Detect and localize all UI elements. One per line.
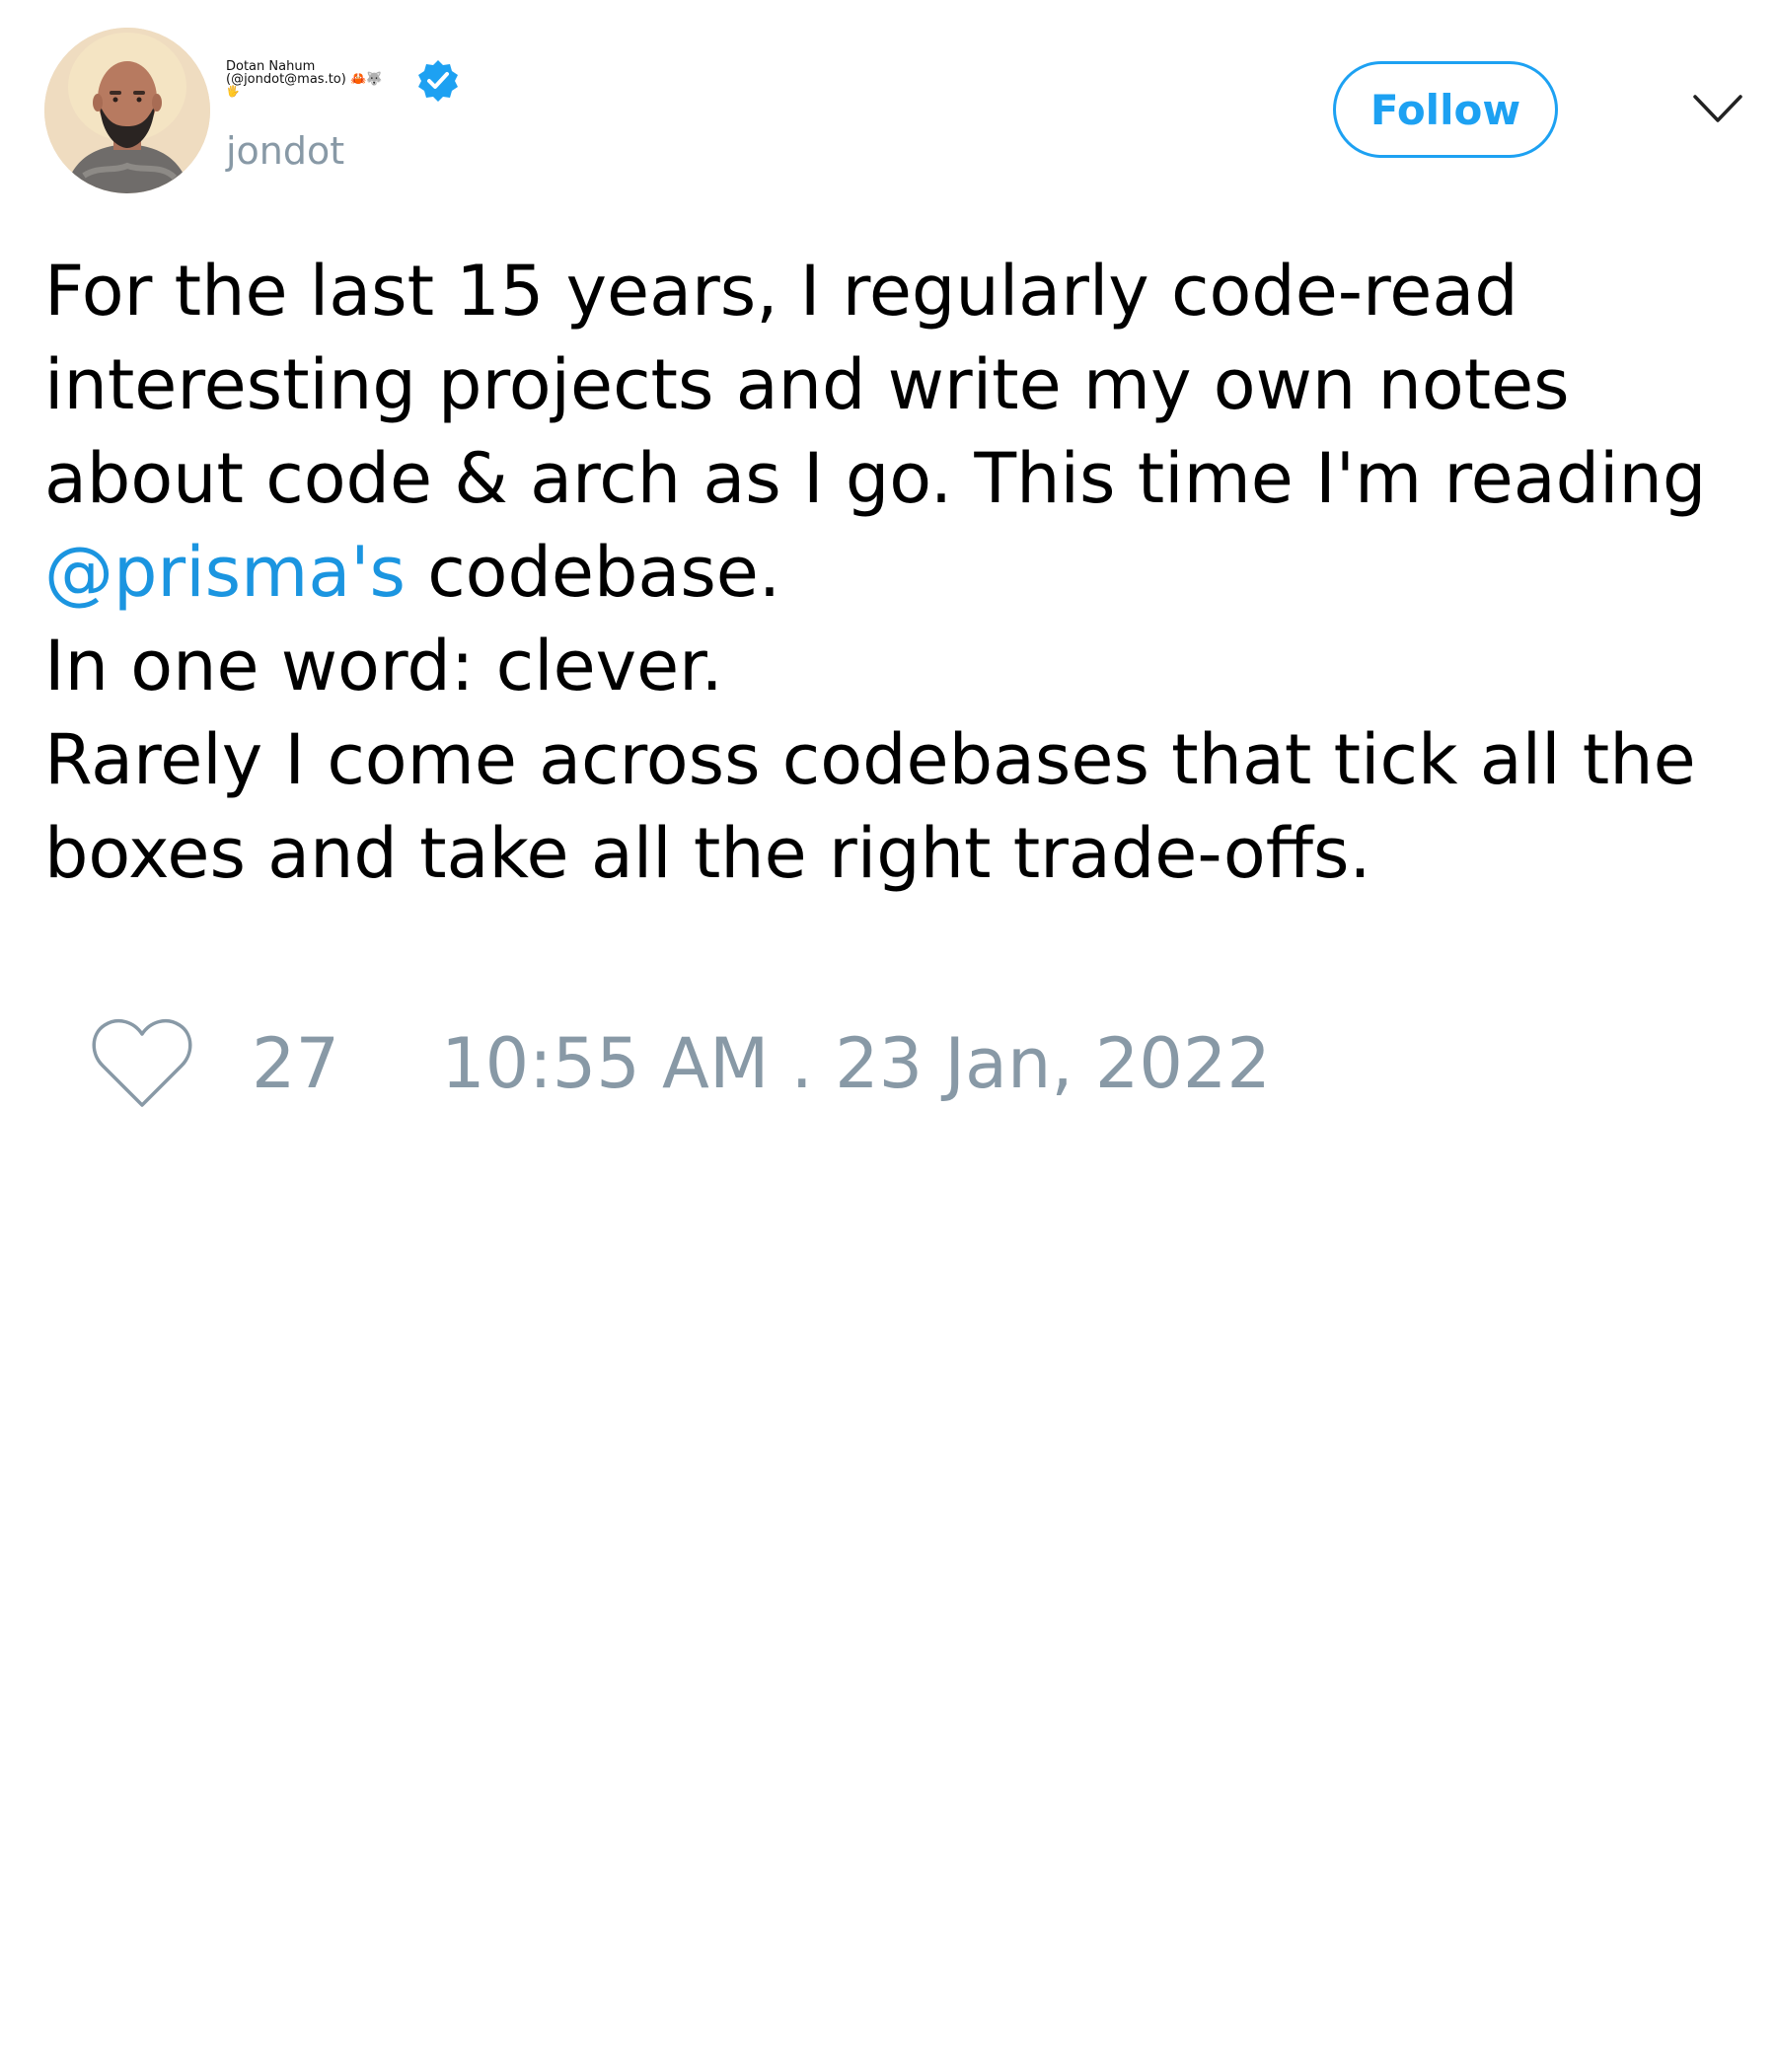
tweet-line: about code & arch as I go. This time I'm…: [44, 438, 1707, 519]
tweet-text: For the last 15 years, I regularly code-…: [44, 245, 1741, 901]
tweet-line: interesting projects and write my own no…: [44, 344, 1570, 425]
author-handle[interactable]: jondot: [226, 129, 344, 173]
verified-badge-icon: [418, 60, 458, 102]
tweet-footer: 27 10:55 AM . 23 Jan, 2022: [89, 1014, 1271, 1113]
author-display-name-line3: 🖐: [226, 85, 240, 98]
tweet-card: Dotan Nahum (@jondot@mas.to) 🦀🐺 🖐 jondot…: [0, 0, 1776, 2072]
tweet-line: Rarely I come across codebases that tick…: [44, 719, 1696, 800]
tweet-line: For the last 15 years, I regularly code-…: [44, 251, 1518, 332]
tweet-line: In one word: clever.: [44, 626, 723, 706]
chevron-down-icon[interactable]: [1691, 91, 1744, 126]
timestamp[interactable]: 10:55 AM . 23 Jan, 2022: [441, 1023, 1271, 1104]
author-display-name-line2: (@jondot@mas.to) 🦀🐺: [226, 72, 383, 87]
follow-button[interactable]: Follow: [1333, 61, 1558, 158]
heart-icon[interactable]: [89, 1016, 195, 1111]
author-name[interactable]: Dotan Nahum (@jondot@mas.to) 🦀🐺 🖐: [226, 60, 394, 98]
avatar[interactable]: [44, 28, 210, 193]
tweet-line-rest: codebase.: [405, 532, 781, 613]
tweet-line: boxes and take all the right trade-offs.: [44, 813, 1371, 894]
like-count: 27: [252, 1023, 340, 1104]
avatar-image: [44, 28, 210, 193]
mention-link[interactable]: @prisma's: [44, 532, 406, 613]
tweet-line: @prisma's codebase.: [44, 526, 1741, 620]
